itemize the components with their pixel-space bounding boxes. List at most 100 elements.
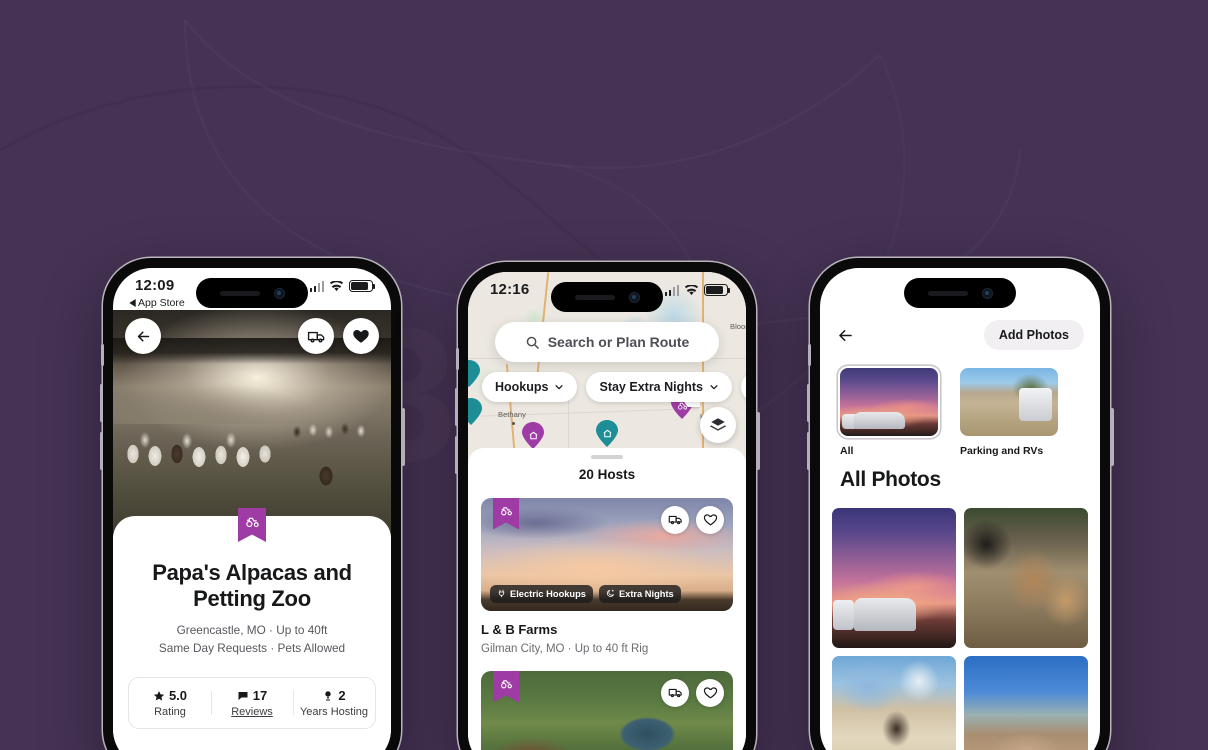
star-icon xyxy=(153,690,165,701)
photo-grid-item[interactable] xyxy=(964,656,1088,750)
ribbon-shape xyxy=(493,670,519,703)
power-button[interactable] xyxy=(756,412,760,470)
stat-rating-label: Rating xyxy=(154,706,186,719)
volume-up-button[interactable] xyxy=(806,384,810,422)
filter-chip-stay-extra-nights-label: Stay Extra Nights xyxy=(599,380,703,394)
power-button[interactable] xyxy=(401,408,405,466)
map-pin[interactable] xyxy=(522,422,544,449)
listing-card[interactable]: Electric Hookups Extra Nights L & B Farm… xyxy=(481,497,733,655)
front-camera-icon xyxy=(273,287,285,299)
volume-down-button[interactable] xyxy=(806,432,810,470)
back-button[interactable] xyxy=(125,318,161,354)
tractor-icon xyxy=(500,679,512,688)
triangle-left-icon xyxy=(129,299,136,307)
ribbon-shape xyxy=(238,508,266,542)
gallery-heading: All Photos xyxy=(840,468,941,491)
stat-years-value: 2 xyxy=(338,688,346,704)
favorite-button[interactable] xyxy=(696,678,724,707)
status-back-to-app[interactable]: App Store xyxy=(129,297,185,309)
tag-electric-hookups-label: Electric Hookups xyxy=(510,588,586,599)
back-button[interactable] xyxy=(836,326,855,345)
phone2-screen: 45 Bethany Kirksville Bloomfield xyxy=(468,272,746,750)
map-layers-button[interactable] xyxy=(700,407,736,443)
filter-chip-row[interactable]: Hookups Stay Extra Nights Same Day xyxy=(482,372,746,402)
trophy-icon xyxy=(325,690,332,701)
plug-icon xyxy=(498,589,505,598)
photo-category-all[interactable]: All xyxy=(840,368,938,457)
status-back-label: App Store xyxy=(138,297,185,309)
listing-subtitle-line2: Same Day Requests · Pets Allowed xyxy=(158,641,346,655)
listing-subtitle-line1: Greencastle, MO · Up to 40ft xyxy=(176,622,328,637)
listing-card-meta: Gilman City, MO · Up to 40 ft Rig xyxy=(481,642,649,655)
stat-rating-value-row: 5.0 xyxy=(129,688,211,703)
photo-category-row: All Parking and RVs xyxy=(840,368,1088,457)
stat-years-label: Years Hosting xyxy=(299,706,369,719)
rv-button[interactable] xyxy=(661,505,689,534)
favorite-button[interactable] xyxy=(696,505,724,534)
map-label-bloomfield: Bloomfield xyxy=(730,322,746,331)
search-icon xyxy=(526,336,539,349)
photo-grid-item[interactable] xyxy=(832,656,956,750)
status-indicators xyxy=(309,280,376,292)
sheet-grabber[interactable] xyxy=(591,455,623,459)
goats-photo xyxy=(964,508,1088,648)
listing-card-tags: Electric Hookups Extra Nights xyxy=(490,584,681,603)
photo-grid-item[interactable] xyxy=(964,508,1088,648)
arrow-left-icon xyxy=(137,330,149,342)
listing-card-actions xyxy=(661,505,724,534)
stat-reviews-label[interactable]: Reviews xyxy=(211,706,293,718)
listing-card-image[interactable]: Electric Hookups Extra Nights xyxy=(481,497,733,611)
photo-category-parking-and-rvs[interactable]: Parking and RVs xyxy=(960,368,1058,457)
dynamic-island xyxy=(551,282,663,312)
listing-card[interactable] xyxy=(481,670,733,750)
cellular-icon xyxy=(309,280,324,292)
filter-chip-stay-extra-nights[interactable]: Stay Extra Nights xyxy=(586,372,732,402)
desert-rv-thumb xyxy=(960,368,1058,436)
listing-stats-row: 5.0 Rating 17 Reviews 2 Years Hosting xyxy=(128,677,376,730)
feature-extra-nights: Extra Nights on Request Ask this Host ab… xyxy=(113,729,391,750)
mute-switch[interactable] xyxy=(807,344,811,366)
ranch-building-photo xyxy=(964,656,1088,750)
rv-button[interactable] xyxy=(298,318,334,354)
category-thumbnail[interactable] xyxy=(960,368,1058,436)
stat-reviews[interactable]: 17 Reviews xyxy=(211,688,293,718)
filter-chip-hookups-label: Hookups xyxy=(495,380,549,394)
home-icon xyxy=(602,428,613,439)
map-pin[interactable] xyxy=(468,360,480,387)
dynamic-island xyxy=(196,278,308,308)
listing-info-sheet: Papa's Alpacas and Petting Zoo Greencast… xyxy=(113,508,391,750)
mute-switch[interactable] xyxy=(100,344,104,366)
photo-grid-item[interactable] xyxy=(832,508,956,648)
volume-up-button[interactable] xyxy=(454,388,458,426)
mute-switch[interactable] xyxy=(455,348,459,370)
stat-reviews-value-row: 17 xyxy=(211,688,293,703)
rv-button[interactable] xyxy=(661,678,689,707)
volume-down-button[interactable] xyxy=(99,432,103,470)
volume-down-button[interactable] xyxy=(454,436,458,474)
heart-outline-icon xyxy=(703,687,717,699)
filter-chip-same-day[interactable]: Same Day xyxy=(741,372,746,402)
map-pin[interactable] xyxy=(468,398,482,425)
dynamic-island xyxy=(904,278,1016,308)
filter-chip-hookups[interactable]: Hookups xyxy=(482,372,578,402)
rv-icon xyxy=(668,515,682,525)
photo-grid xyxy=(832,508,1088,750)
phone-map-search: 45 Bethany Kirksville Bloomfield xyxy=(454,262,760,750)
search-input[interactable]: Search or Plan Route xyxy=(495,322,719,362)
hosts-bottom-sheet: 20 Hosts Electric Hookups Extra Nights L… xyxy=(468,448,746,750)
hero-lone-animal xyxy=(313,462,339,492)
add-photos-button[interactable]: Add Photos xyxy=(983,320,1084,350)
phone1-screen: 47 Photos xyxy=(113,268,391,750)
front-camera-icon xyxy=(628,291,640,303)
tractor-icon xyxy=(500,506,512,515)
listing-card-image[interactable] xyxy=(481,670,733,750)
category-label: All xyxy=(840,445,854,457)
stat-reviews-value: 17 xyxy=(252,688,268,704)
chevron-down-icon xyxy=(710,385,718,390)
favorite-button[interactable] xyxy=(343,318,379,354)
map-pin[interactable] xyxy=(596,420,618,447)
power-button[interactable] xyxy=(1110,408,1114,466)
search-placeholder: Search or Plan Route xyxy=(547,334,690,350)
volume-up-button[interactable] xyxy=(99,384,103,422)
category-thumbnail[interactable] xyxy=(840,368,938,436)
